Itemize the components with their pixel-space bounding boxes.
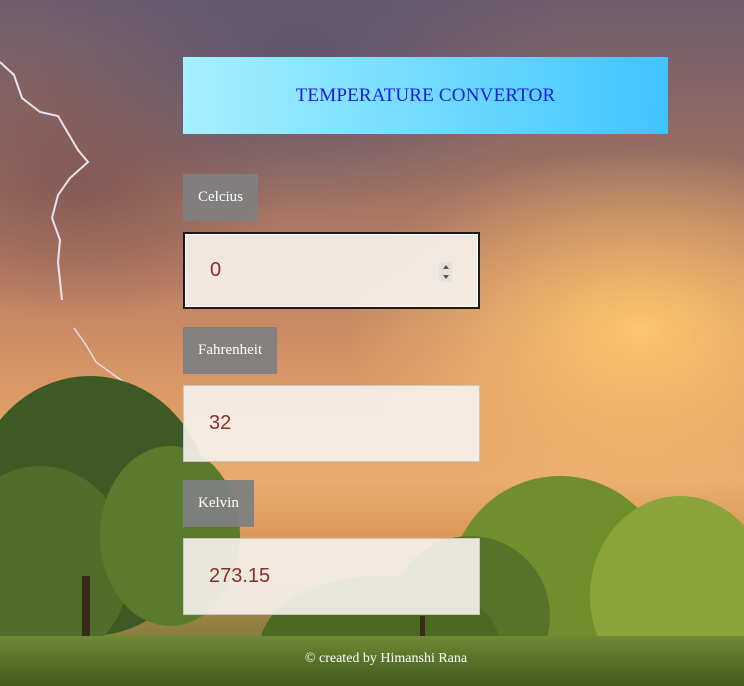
kelvin-value: 273.15 [209, 565, 271, 587]
celcius-label: Celcius [183, 174, 258, 221]
kelvin-input[interactable]: 273.15 [183, 538, 480, 615]
lightning-bolt-graphic [0, 61, 147, 397]
kelvin-label: Kelvin [183, 480, 254, 527]
footer-credit: © created by Himanshi Rana [304, 651, 468, 666]
page-title: TEMPERATURE CONVERTOR [295, 84, 556, 106]
fahrenheit-input[interactable]: 32 [183, 385, 480, 462]
fahrenheit-value: 32 [209, 412, 232, 434]
spinner-up-arrow-icon[interactable] [442, 265, 449, 269]
spinner-down-arrow-icon[interactable] [442, 275, 449, 279]
number-spinner-icon[interactable] [439, 262, 452, 282]
celcius-value: 0 [210, 259, 222, 281]
fahrenheit-label: Fahrenheit [183, 327, 278, 374]
celcius-input[interactable]: 0 [183, 232, 480, 309]
title-banner: TEMPERATURE CONVERTOR [183, 57, 668, 134]
